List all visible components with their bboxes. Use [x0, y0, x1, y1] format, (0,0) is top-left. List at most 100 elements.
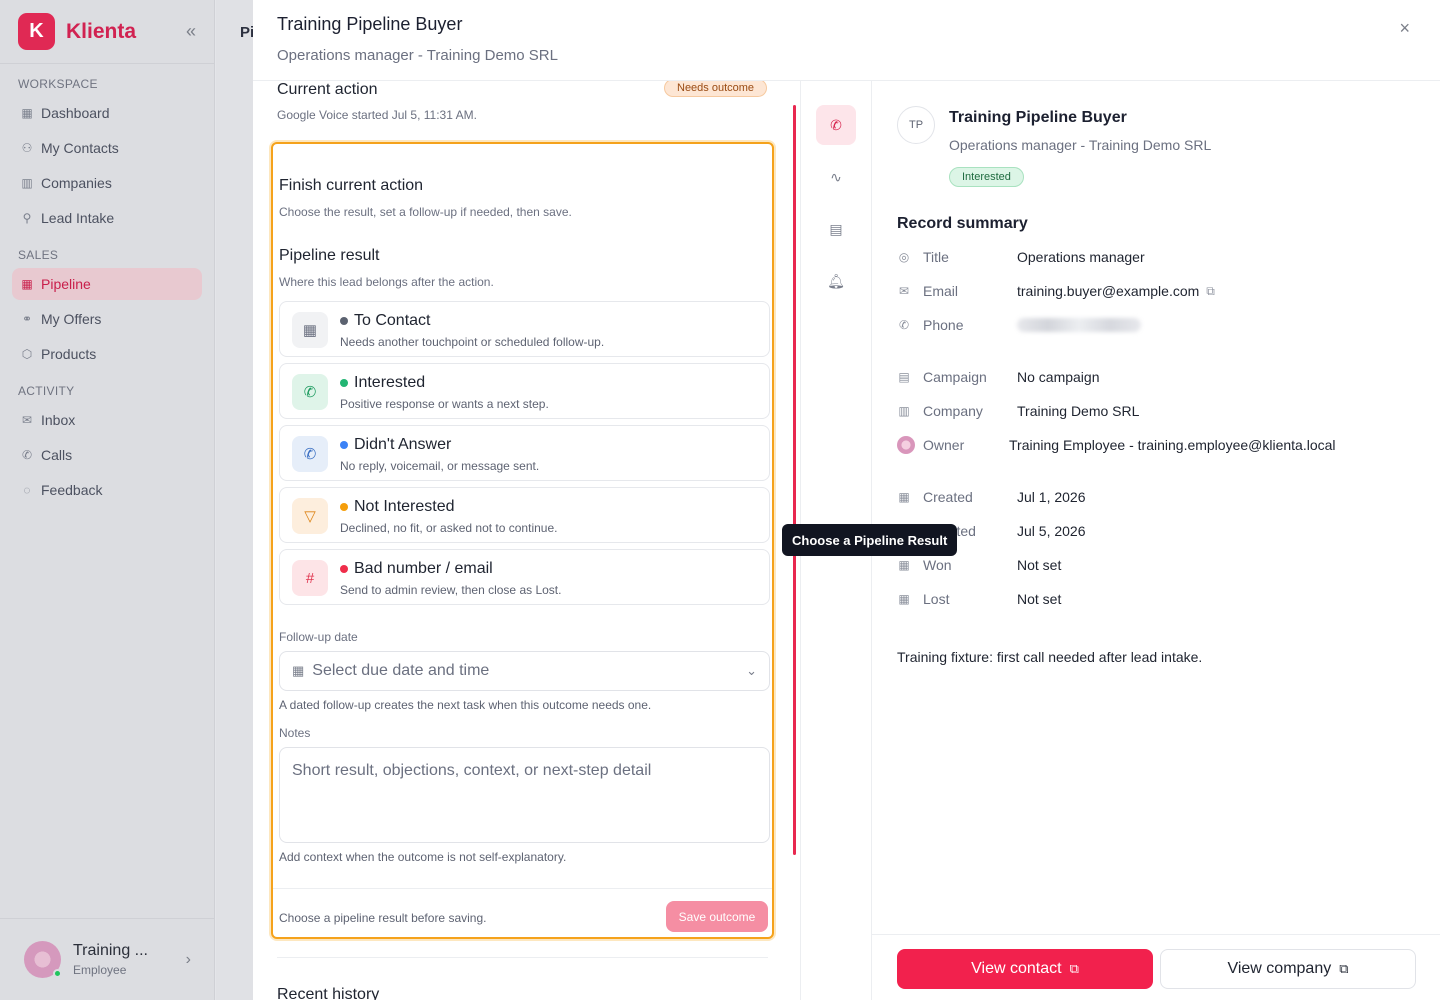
summary-row-lost: ▦ Lost Not set	[897, 589, 1061, 609]
option-label: Not Interested	[354, 498, 455, 515]
summary-row-created: ▦ Created Jul 1, 2026	[897, 487, 1085, 507]
thumbs-down-icon: ▽	[292, 498, 328, 534]
activity-icon: ∿	[830, 168, 842, 185]
building-icon: ▥	[21, 176, 33, 190]
chat-icon: ◌	[23, 483, 31, 497]
avatar	[24, 941, 62, 978]
drawer-subtitle: Operations manager - Training Demo SRL	[277, 47, 558, 64]
option-label: Interested	[354, 374, 426, 391]
current-action-title: Current action	[277, 81, 378, 98]
sidebar: K Klienta « WORKSPACE ▦ Dashboard ⚇ My C…	[0, 0, 215, 1000]
result-option-didnt-answer[interactable]: ✆ Didn't Answer No reply, voicemail, or …	[279, 425, 770, 481]
summary-row-owner: Owner Training Employee - training.employ…	[897, 435, 1336, 455]
save-outcome-button[interactable]: Save outcome	[666, 901, 768, 932]
sidebar-item-my-contacts[interactable]: ⚇ My Contacts	[12, 132, 202, 164]
mail-icon: ✉	[21, 413, 33, 427]
record-note: Training fixture: first call needed afte…	[897, 649, 1203, 665]
section-activity: ACTIVITY	[18, 384, 75, 398]
action-column: Current action Needs outcome Google Voic…	[253, 81, 801, 1000]
scroll-indicator[interactable]	[793, 105, 796, 855]
user-menu[interactable]: Training ... Employee ›	[0, 918, 215, 1000]
row-key: Won	[923, 557, 952, 573]
option-description: No reply, voicemail, or message sent.	[340, 459, 540, 473]
user-name: Training ...	[73, 942, 148, 959]
finish-subtitle: Choose the result, set a follow-up if ne…	[279, 205, 572, 219]
rail-reminders-button[interactable]: 🔔︎	[816, 261, 856, 301]
result-option-interested[interactable]: ✆ Interested Positive response or wants …	[279, 363, 770, 419]
user-plus-icon: ⚲	[22, 211, 32, 225]
sidebar-item-feedback[interactable]: ◌ Feedback	[12, 474, 202, 506]
notes-textarea[interactable]: Short result, objections, context, or ne…	[279, 747, 770, 843]
calendar-icon: ▦	[898, 592, 910, 606]
summary-row-title: ◎ Title Operations manager	[897, 247, 1145, 267]
option-description: Declined, no fit, or asked not to contin…	[340, 521, 558, 535]
sidebar-item-label: Feedback	[41, 482, 103, 498]
row-key: Phone	[923, 317, 964, 333]
box-icon: ⬡	[21, 347, 33, 361]
notes-help: Add context when the outcome is not self…	[279, 850, 567, 864]
phone-call-icon: ✆	[292, 374, 328, 410]
sidebar-item-companies[interactable]: ▥ Companies	[12, 167, 202, 199]
external-link-icon: ⧉	[1339, 961, 1349, 976]
row-key: Company	[923, 403, 983, 419]
user-role: Employee	[73, 963, 127, 977]
avatar: TP	[897, 106, 935, 144]
option-description: Positive response or wants a next step.	[340, 397, 549, 411]
rail-activity-button[interactable]: ∿	[816, 157, 856, 197]
rail-call-button[interactable]: ✆	[816, 105, 856, 145]
email-link[interactable]: training.buyer@example.com	[1017, 283, 1199, 299]
outcome-form: Finish current action Choose the result,…	[271, 142, 774, 939]
view-contact-button[interactable]: View contact ⧉	[897, 949, 1153, 989]
sidebar-item-products[interactable]: ⬡ Products	[12, 338, 202, 370]
row-key: Created	[923, 489, 973, 505]
status-dot	[340, 379, 348, 387]
followup-label: Follow-up date	[279, 630, 358, 644]
summary-row-company: ▥ Company Training Demo SRL	[897, 401, 1139, 421]
record-summary-title: Record summary	[897, 215, 1028, 232]
kanban-icon: ▦	[21, 277, 33, 291]
mail-icon: ✉	[898, 284, 910, 298]
row-value: Operations manager	[1017, 249, 1145, 265]
collapse-sidebar-icon[interactable]: «	[186, 21, 196, 42]
followup-help: A dated follow-up creates the next task …	[279, 698, 652, 712]
outcome-footer: Choose a pipeline result before saving. …	[273, 888, 772, 937]
phone-icon: ✆	[21, 448, 33, 462]
calendar-icon: ▦	[292, 312, 328, 348]
rail-notes-button[interactable]: ▤	[816, 209, 856, 249]
sidebar-item-my-offers[interactable]: ⚭ My Offers	[12, 303, 202, 335]
result-option-to-contact[interactable]: ▦ To Contact Needs another touchpoint or…	[279, 301, 770, 357]
row-value: Jul 5, 2026	[1017, 523, 1086, 539]
row-key: Owner	[923, 437, 965, 453]
notes-label: Notes	[279, 726, 311, 740]
close-icon[interactable]: ×	[1399, 18, 1410, 39]
sidebar-item-label: Inbox	[41, 412, 76, 428]
row-key: Email	[923, 283, 959, 299]
sidebar-item-calls[interactable]: ✆ Calls	[12, 439, 202, 471]
pipeline-result-title: Pipeline result	[279, 247, 380, 264]
section-sales: SALES	[18, 248, 59, 262]
file-icon: ▤	[898, 370, 910, 384]
grid-icon: ▦	[21, 106, 33, 120]
sidebar-item-dashboard[interactable]: ▦ Dashboard	[12, 97, 202, 129]
sidebar-item-label: Calls	[41, 447, 73, 463]
bell-icon: 🔔︎	[827, 272, 845, 289]
result-option-not-interested[interactable]: ▽ Not Interested Declined, no fit, or as…	[279, 487, 770, 543]
result-option-bad-number[interactable]: # Bad number / email Send to admin revie…	[279, 549, 770, 605]
sidebar-item-inbox[interactable]: ✉ Inbox	[12, 404, 202, 436]
brand-name: Klienta	[66, 19, 137, 43]
sidebar-item-pipeline[interactable]: ▦ Pipeline	[12, 268, 202, 300]
external-link-icon[interactable]: ⧉	[1206, 284, 1215, 299]
online-status-dot	[53, 969, 62, 978]
record-footer: View contact ⧉ View company ⧉	[872, 934, 1440, 1000]
followup-placeholder: Select due date and time	[312, 662, 490, 679]
status-dot	[340, 441, 348, 449]
followup-date-select[interactable]: ▦ Select due date and time ⌄	[279, 651, 770, 691]
record-summary-column: TP Training Pipeline Buyer Operations ma…	[872, 81, 1440, 1000]
view-company-button[interactable]: View company ⧉	[1160, 949, 1416, 989]
button-label: View contact	[971, 960, 1062, 977]
option-description: Send to admin review, then close as Lost…	[340, 583, 562, 597]
record-subtitle: Operations manager - Training Demo SRL	[949, 137, 1212, 153]
sidebar-item-lead-intake[interactable]: ⚲ Lead Intake	[12, 202, 202, 234]
divider	[277, 957, 768, 958]
sidebar-item-label: Pipeline	[41, 276, 91, 292]
